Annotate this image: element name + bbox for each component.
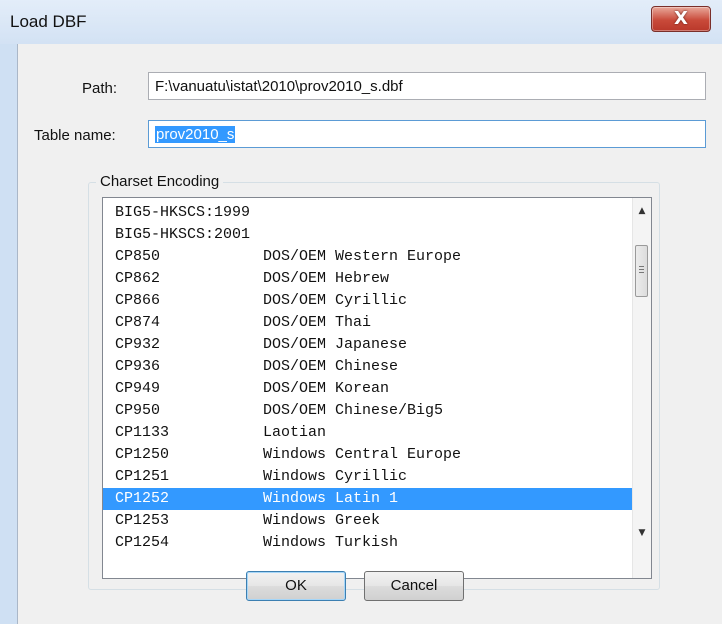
- charset-list-item[interactable]: CP1251 Windows Cyrillic: [103, 466, 635, 488]
- charset-list-item[interactable]: CP1250 Windows Central Europe: [103, 444, 635, 466]
- path-field[interactable]: F:\vanuatu\istat\2010\prov2010_s.dbf: [148, 72, 706, 100]
- vertical-scrollbar[interactable]: ▲ ▼: [632, 198, 651, 578]
- charset-description: Windows Central Europe: [263, 446, 462, 463]
- close-icon: X: [674, 8, 688, 29]
- charset-list-item[interactable]: CP874 DOS/OEM Thai: [103, 312, 635, 334]
- charset-code: CP949: [115, 380, 161, 397]
- charset-list-item[interactable]: CP866 DOS/OEM Cyrillic: [103, 290, 635, 312]
- charset-list-item[interactable]: CP1133 Laotian: [103, 422, 635, 444]
- charset-description: Windows Latin 1: [263, 490, 399, 507]
- charset-list[interactable]: BIG5-HKSCS:1999 BIG5-HKSCS:2001 CP850 DOS/O…: [102, 197, 652, 579]
- table-name-value: prov2010_s: [155, 126, 236, 143]
- thumb-grip-line: [639, 269, 644, 270]
- charset-list-item[interactable]: BIG5-HKSCS:1999: [103, 202, 635, 224]
- charset-description: Windows Cyrillic: [263, 468, 408, 485]
- charset-description: DOS/OEM Japanese: [263, 336, 408, 353]
- dialog-body: Path: F:\vanuatu\istat\2010\prov2010_s.d…: [17, 44, 722, 624]
- scroll-up-icon[interactable]: ▲: [633, 202, 651, 220]
- charset-list-item[interactable]: CP932 DOS/OEM Japanese: [103, 334, 635, 356]
- window-title: Load DBF: [10, 12, 87, 31]
- charset-code: CP1133: [115, 424, 170, 441]
- close-button[interactable]: X: [651, 6, 711, 32]
- scroll-down-icon[interactable]: ▼: [633, 524, 651, 542]
- charset-description: DOS/OEM Korean: [263, 380, 390, 397]
- charset-list-item[interactable]: BIG5-HKSCS:2001: [103, 224, 635, 246]
- charset-code: CP1252: [115, 490, 170, 507]
- charset-code: CP874: [115, 314, 161, 331]
- charset-code: BIG5-HKSCS:2001: [115, 226, 251, 243]
- charset-code: CP866: [115, 292, 161, 309]
- table-name-label: Table name:: [34, 127, 116, 144]
- charset-list-item[interactable]: CP949 DOS/OEM Korean: [103, 378, 635, 400]
- charset-description: DOS/OEM Chinese/Big5: [263, 402, 444, 419]
- thumb-grip-line: [639, 272, 644, 273]
- charset-code: CP862: [115, 270, 161, 287]
- table-name-field[interactable]: prov2010_s: [148, 120, 706, 148]
- charset-description: DOS/OEM Hebrew: [263, 270, 390, 287]
- charset-encoding-label: Charset Encoding: [96, 173, 224, 190]
- charset-description: Windows Greek: [263, 512, 381, 529]
- charset-list-item[interactable]: CP1253 Windows Greek: [103, 510, 635, 532]
- charset-description: Laotian: [263, 424, 327, 441]
- charset-list-item[interactable]: CP936 DOS/OEM Chinese: [103, 356, 635, 378]
- title-bar[interactable]: Load DBF X: [0, 0, 722, 44]
- charset-code: CP1254: [115, 534, 170, 551]
- charset-code: CP1251: [115, 468, 170, 485]
- charset-description: DOS/OEM Thai: [263, 314, 372, 331]
- thumb-grip-line: [639, 266, 644, 267]
- charset-list-item[interactable]: CP862 DOS/OEM Hebrew: [103, 268, 635, 290]
- charset-code: CP932: [115, 336, 161, 353]
- path-label: Path:: [82, 80, 118, 97]
- charset-description: DOS/OEM Chinese: [263, 358, 399, 375]
- charset-list-item[interactable]: CP1252 Windows Latin 1: [103, 488, 635, 510]
- load-dbf-dialog: Load DBF X Path: F:\vanuatu\istat\2010\p…: [0, 0, 722, 624]
- charset-code: CP950: [115, 402, 161, 419]
- charset-list-item[interactable]: CP1254 Windows Turkish: [103, 532, 635, 554]
- charset-list-item[interactable]: CP950 DOS/OEM Chinese/Big5: [103, 400, 635, 422]
- path-value: F:\vanuatu\istat\2010\prov2010_s.dbf: [155, 78, 403, 95]
- charset-code: CP1250: [115, 446, 170, 463]
- charset-code: CP936: [115, 358, 161, 375]
- cancel-button[interactable]: Cancel: [364, 571, 464, 601]
- charset-list-item[interactable]: CP850 DOS/OEM Western Europe: [103, 246, 635, 268]
- charset-code: BIG5-HKSCS:1999: [115, 204, 251, 221]
- charset-code: CP1253: [115, 512, 170, 529]
- ok-button[interactable]: OK: [246, 571, 346, 601]
- charset-description: DOS/OEM Cyrillic: [263, 292, 408, 309]
- charset-code: CP850: [115, 248, 161, 265]
- charset-description: Windows Turkish: [263, 534, 399, 551]
- scrollbar-thumb[interactable]: [635, 245, 648, 297]
- charset-description: DOS/OEM Western Europe: [263, 248, 462, 265]
